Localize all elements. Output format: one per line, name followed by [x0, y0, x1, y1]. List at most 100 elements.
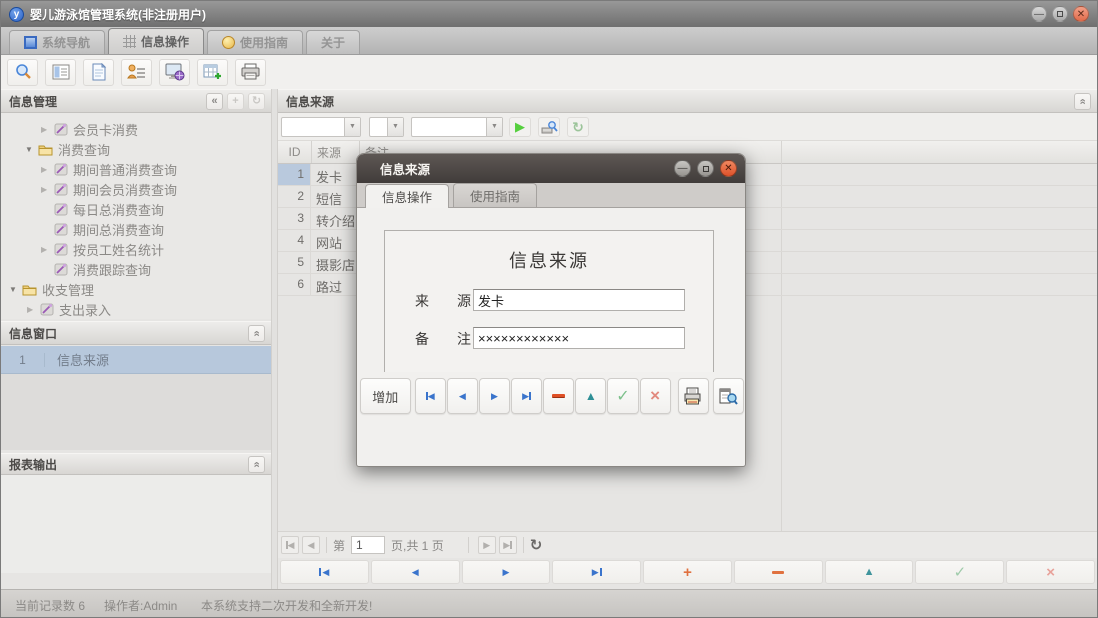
plus-icon: + — [683, 564, 692, 581]
filter-operator-select[interactable]: ▼ — [369, 117, 404, 137]
expander-icon[interactable]: ▶ — [41, 245, 49, 254]
column-header-source[interactable]: 来源 — [311, 141, 359, 163]
prev-record-button[interactable]: ◀ — [371, 560, 460, 584]
tree-item[interactable]: 期间总消费查询 — [1, 219, 271, 239]
document-button[interactable] — [83, 59, 114, 86]
expander-icon[interactable]: ▶ — [41, 185, 49, 194]
tree-item[interactable]: ▶ 按员工姓名统计 — [1, 239, 271, 259]
tab-system-nav[interactable]: 系统导航 — [9, 30, 105, 54]
add-panel-button[interactable]: + — [227, 93, 244, 110]
row-id-cell-selected[interactable]: 1 — [278, 164, 311, 185]
form-title: 信息来源 — [385, 247, 713, 273]
close-button[interactable]: ✕ — [1073, 6, 1089, 22]
edit-record-button[interactable]: ▲ — [825, 560, 914, 584]
dialog-tab-info-operation[interactable]: 信息操作 — [365, 184, 449, 208]
tree-item[interactable]: ▶ 期间普通消费查询 — [1, 159, 271, 179]
insert-record-button[interactable]: + — [643, 560, 732, 584]
first-page-button[interactable]: ◀ — [281, 536, 299, 554]
tree-item[interactable]: 每日总消费查询 — [1, 199, 271, 219]
info-management-panel-header: 信息管理 « + ↻ — [1, 89, 271, 113]
dialog-cancel-button[interactable]: × — [640, 378, 671, 414]
record-nav-bar: ◀ ◀ ▶ ▶ + ▲ ✓ × — [278, 559, 1097, 586]
tree-item[interactable]: ▼ 消费查询 — [1, 139, 271, 159]
dialog-print-preview-button[interactable] — [713, 378, 744, 414]
chevron-down-icon[interactable]: ▼ — [486, 118, 502, 136]
status-bar: 当前记录数 6 操作者:Admin 本系统支持二次开发和全新开发! — [1, 589, 1097, 617]
query-icon — [54, 182, 68, 196]
list-item-selected[interactable]: 1 信息来源 — [1, 346, 271, 374]
expander-icon[interactable]: ▶ — [27, 305, 35, 314]
chevron-down-icon[interactable]: ▼ — [344, 118, 360, 136]
dialog-last-button[interactable]: ▶ — [511, 378, 542, 414]
minimize-button[interactable]: — — [1031, 6, 1047, 22]
collapse-up-button[interactable]: « — [1074, 93, 1091, 110]
monitor-globe-button[interactable] — [159, 59, 190, 86]
cancel-record-button[interactable]: × — [1006, 560, 1095, 584]
dialog-post-button[interactable]: ✓ — [607, 378, 638, 414]
delete-record-button[interactable] — [734, 560, 823, 584]
search-icon — [14, 63, 32, 81]
dialog-print-button[interactable] — [678, 378, 709, 414]
chevron-down-icon[interactable]: ▼ — [387, 118, 403, 136]
collapse-left-button[interactable]: « — [206, 93, 223, 110]
tree-item[interactable]: 消费跟踪查询 — [1, 259, 271, 279]
last-page-button[interactable]: ▶ — [499, 536, 517, 554]
expander-icon[interactable]: ▼ — [25, 145, 33, 154]
check-icon: ✓ — [954, 563, 967, 581]
dialog-tabstrip: 信息操作 使用指南 — [357, 183, 745, 208]
dialog-maximize-button[interactable] — [697, 160, 714, 177]
form-view-button[interactable] — [45, 59, 76, 86]
tab-about[interactable]: 关于 — [306, 30, 360, 54]
expander-icon[interactable]: ▶ — [41, 165, 49, 174]
source-input[interactable] — [473, 289, 685, 311]
query-icon — [54, 222, 68, 236]
expander-icon[interactable]: ▼ — [9, 285, 17, 294]
dialog-delete-button[interactable] — [543, 378, 574, 414]
tree-item[interactable]: ▼ 收支管理 — [1, 279, 271, 299]
page-label-after: 页,共 1 页 — [391, 537, 444, 554]
table-add-button[interactable] — [197, 59, 228, 86]
dialog-minimize-button[interactable]: — — [674, 160, 691, 177]
dialog-tab-user-guide[interactable]: 使用指南 — [453, 183, 537, 207]
tree-item[interactable]: ▶ 期间会员消费查询 — [1, 179, 271, 199]
dialog-next-button[interactable]: ▶ — [479, 378, 510, 414]
post-record-button[interactable]: ✓ — [915, 560, 1004, 584]
sidebar: 信息管理 « + ↻ ▶ 会员卡消费 ▼ 消费查询 ▶ 期间普通消费查询 — [1, 89, 271, 589]
refresh-grid-icon[interactable]: ↻ — [530, 536, 543, 554]
dialog-close-button[interactable]: ✕ — [720, 160, 737, 177]
next-record-button[interactable]: ▶ — [462, 560, 551, 584]
printer-button[interactable] — [235, 59, 266, 86]
execute-filter-button[interactable]: ▶ — [509, 117, 531, 137]
dialog-prev-button[interactable]: ◀ — [447, 378, 478, 414]
operator-list-button[interactable] — [121, 59, 152, 86]
dialog-edit-button[interactable]: ▲ — [575, 378, 606, 414]
sidebar-splitter[interactable] — [271, 89, 278, 589]
refresh-data-button[interactable]: ↻ — [567, 117, 589, 137]
tree-item[interactable]: ▶ 会员卡消费 — [1, 119, 271, 139]
maximize-button[interactable] — [1052, 6, 1068, 22]
refresh-panel-button[interactable]: ↻ — [248, 93, 265, 110]
operator-label: 操作者:Admin — [104, 597, 177, 614]
titlebar: y 婴儿游泳馆管理系统(非注册用户) — ✕ — [1, 1, 1097, 27]
first-record-button[interactable]: ◀ — [280, 560, 369, 584]
expander-icon[interactable]: ▶ — [41, 125, 49, 134]
search-button[interactable] — [7, 59, 38, 86]
add-button[interactable]: 增加 — [360, 378, 411, 414]
filter-field-select[interactable]: ▼ — [281, 117, 361, 137]
dialog-titlebar[interactable]: 信息来源 — ✕ — [357, 154, 745, 183]
prev-page-button[interactable]: ◀ — [302, 536, 320, 554]
source-label: 来 — [415, 291, 429, 311]
advanced-search-button[interactable] — [538, 117, 560, 137]
last-record-button[interactable]: ▶ — [552, 560, 641, 584]
tab-info-operation[interactable]: 信息操作 — [108, 28, 204, 54]
next-page-button[interactable]: ▶ — [478, 536, 496, 554]
column-header-id[interactable]: ID — [278, 141, 311, 163]
tree-item[interactable]: ▶ 支出录入 — [1, 299, 271, 319]
remark-input[interactable] — [473, 327, 685, 349]
filter-value-select[interactable]: ▼ — [411, 117, 503, 137]
collapse-up-button[interactable]: « — [248, 325, 265, 342]
tab-user-guide[interactable]: 使用指南 — [207, 30, 303, 54]
page-number-input[interactable] — [351, 536, 385, 554]
dialog-first-button[interactable]: ◀ — [415, 378, 446, 414]
collapse-up-button[interactable]: « — [248, 456, 265, 473]
